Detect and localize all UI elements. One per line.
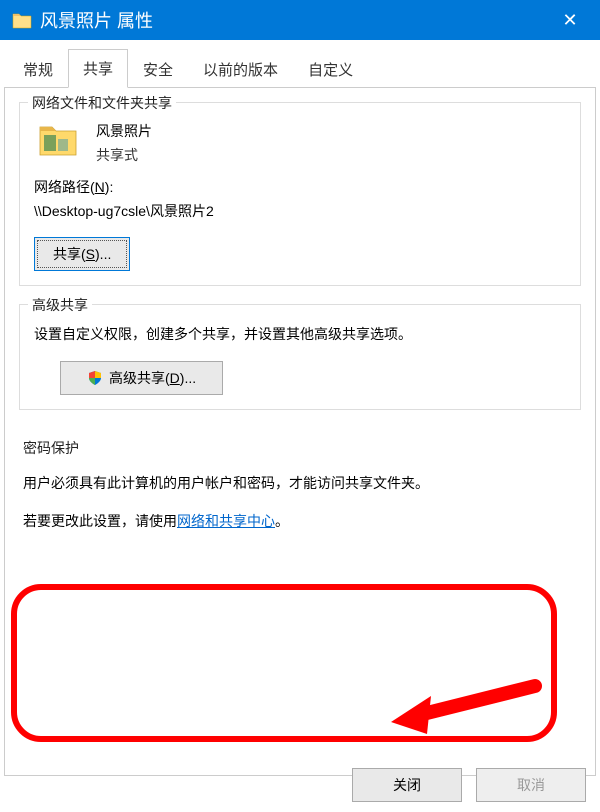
folder-info: 风景照片 共享式 [96, 121, 152, 165]
tabstrip: 常规 共享 安全 以前的版本 自定义 [4, 48, 596, 88]
tab-sharing[interactable]: 共享 [68, 49, 128, 88]
tab-general[interactable]: 常规 [8, 50, 68, 88]
annotation-arrow [385, 674, 545, 744]
folder-info-row: 风景照片 共享式 [34, 121, 566, 165]
share-status: 共享式 [96, 145, 152, 165]
network-sharing-group: 网络文件和文件夹共享 风景照片 共享式 网络路径(N): \\Desktop-u… [19, 102, 581, 286]
tab-security[interactable]: 安全 [128, 50, 188, 88]
share-button[interactable]: 共享(S)... [34, 237, 130, 271]
tab-panel-sharing: 网络文件和文件夹共享 风景照片 共享式 网络路径(N): \\Desktop-u… [4, 88, 596, 776]
group-legend: 网络文件和文件夹共享 [28, 93, 176, 113]
tab-customize[interactable]: 自定义 [293, 50, 368, 88]
network-path-value: \\Desktop-ug7csle\风景照片2 [34, 201, 566, 221]
window-title: 风景照片 属性 [40, 7, 548, 33]
folder-icon [38, 121, 78, 157]
network-sharing-center-link[interactable]: 网络和共享中心 [177, 513, 275, 529]
advanced-share-button[interactable]: 高级共享(D)... [60, 361, 223, 395]
network-path-label: 网络路径(N): [34, 177, 566, 197]
group-legend: 密码保护 [23, 438, 577, 458]
tab-previous-versions[interactable]: 以前的版本 [188, 50, 293, 88]
dialog-button-row: 关闭 取消 [352, 768, 586, 802]
folder-name: 风景照片 [96, 121, 152, 141]
group-legend: 高级共享 [28, 295, 92, 315]
advanced-sharing-group: 高级共享 设置自定义权限，创建多个共享，并设置其他高级共享选项。 高级共享(D)… [19, 304, 581, 410]
close-button[interactable]: ✕ [548, 0, 592, 40]
close-dialog-button[interactable]: 关闭 [352, 768, 462, 802]
cancel-button[interactable]: 取消 [476, 768, 586, 802]
password-desc: 用户必须具有此计算机的用户帐户和密码，才能访问共享文件夹。 [23, 472, 577, 496]
password-change-line: 若要更改此设置，请使用网络和共享中心。 [23, 510, 577, 534]
shield-icon [87, 370, 103, 386]
advanced-desc: 设置自定义权限，创建多个共享，并设置其他高级共享选项。 [34, 323, 566, 347]
password-protect-group: 密码保护 用户必须具有此计算机的用户帐户和密码，才能访问共享文件夹。 若要更改此… [19, 428, 581, 558]
folder-icon [12, 11, 32, 29]
dialog-content: 常规 共享 安全 以前的版本 自定义 网络文件和文件夹共享 风景照片 共享式 [0, 48, 600, 776]
titlebar: 风景照片 属性 ✕ [0, 0, 600, 40]
annotation-highlight [11, 584, 557, 742]
